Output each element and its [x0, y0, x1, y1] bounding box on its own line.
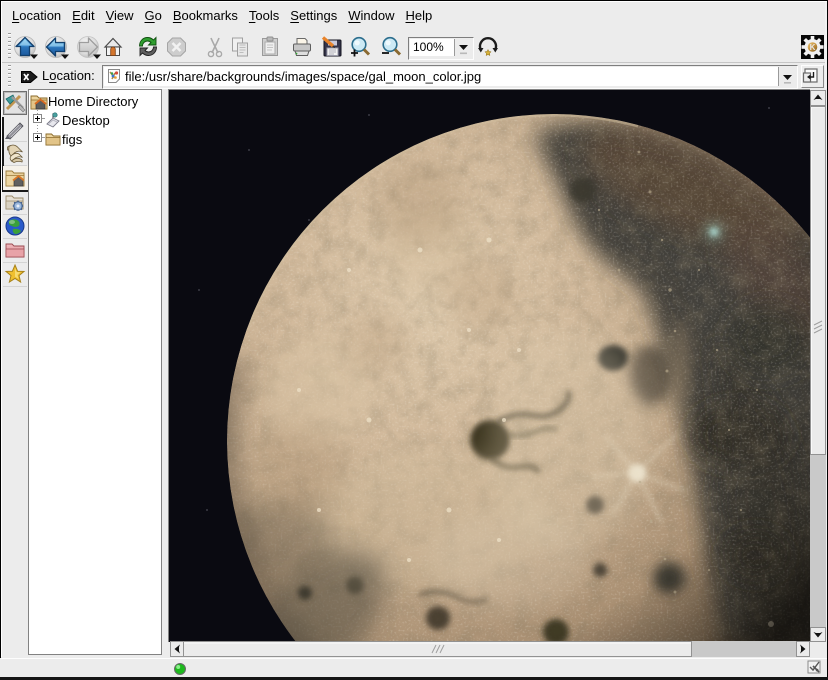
- svg-text:K: K: [810, 43, 816, 52]
